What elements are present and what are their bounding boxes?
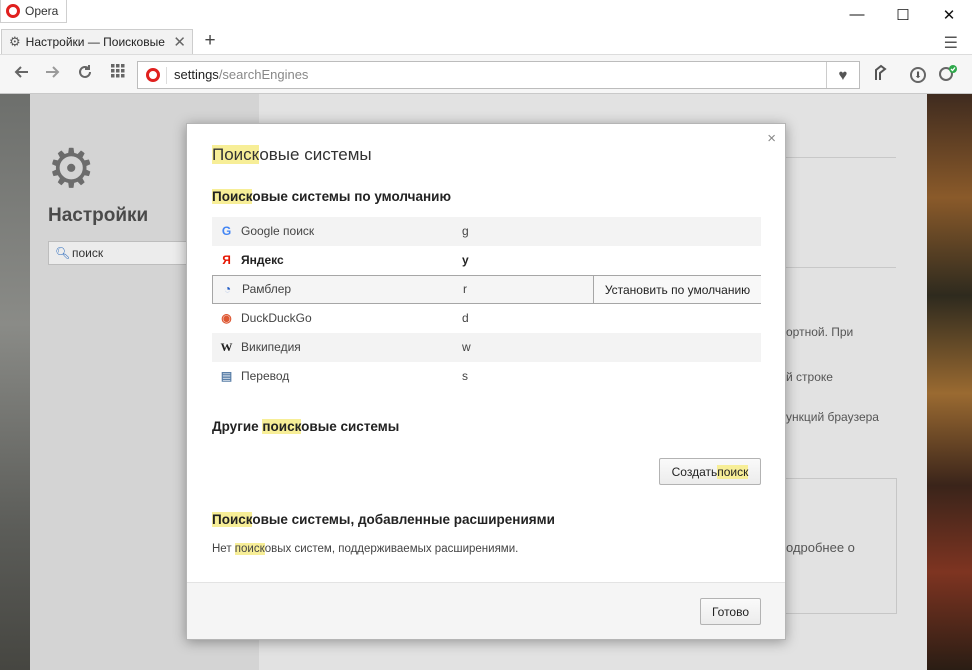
gear-icon: ⚙ [9, 34, 21, 49]
create-search-button[interactable]: Создать поиск [659, 458, 761, 485]
divider [786, 157, 896, 158]
tab-title: Настройки — Поисковые системы [25, 35, 166, 49]
search-icon: 🔍︎ [55, 246, 71, 260]
settings-search-value: поиск [72, 246, 104, 260]
engine-keyword: y [462, 253, 469, 267]
other-engines-heading: Другие поисковые системы [212, 419, 399, 434]
heading-highlight: Поиск [212, 512, 253, 527]
settings-gear-icon: ⚙ [47, 139, 96, 199]
engine-name: Рамблер [242, 282, 292, 296]
settings-title: Настройки [48, 205, 149, 226]
bookmark-heart-icon[interactable]: ♥ [826, 62, 859, 88]
heading-rest: овые системы, добавленные расширениями [252, 512, 555, 527]
title-rest: овые системы [259, 145, 372, 164]
reload-icon[interactable] [75, 64, 95, 84]
engine-row-translate[interactable]: ▤ Перевод s [212, 362, 761, 391]
engine-keyword: w [462, 340, 471, 354]
close-window-button[interactable]: ✕ [926, 0, 972, 29]
extension-engines-heading: Поисковые системы, добавленные расширени… [212, 512, 555, 527]
engine-name: DuckDuckGo [241, 311, 312, 325]
tab-menu-icon[interactable]: ☰ [944, 33, 958, 53]
app-name: Opera [25, 4, 59, 18]
opera-menu-button[interactable]: Opera [0, 0, 68, 23]
opera-logo-icon [6, 4, 20, 18]
dialog-title: Поисковые системы [212, 145, 372, 165]
wallpaper-left [0, 94, 30, 670]
engine-name: Google поиск [241, 224, 315, 238]
engine-name: Перевод [241, 369, 290, 383]
done-button[interactable]: Готово [700, 598, 761, 625]
extension-icon[interactable] [869, 64, 891, 86]
address-toolbar: settings/searchEngines ♥ ⬇ [0, 54, 972, 94]
title-bar: Opera — ☐ ✕ [0, 0, 972, 30]
rambler-icon: ◔ [223, 282, 232, 296]
yandex-icon: Я [222, 253, 231, 267]
heading-highlight: поиск [262, 419, 302, 434]
tab-settings[interactable]: ⚙ Настройки — Поисковые системы ✕ [1, 29, 193, 54]
default-engines-heading: Поисковые системы по умолчанию [212, 189, 451, 204]
address-separator [166, 67, 167, 84]
url-path: /searchEngines [218, 67, 309, 82]
set-default-button[interactable]: Установить по умолчанию [593, 276, 761, 303]
url-host: settings [174, 67, 219, 82]
duckduckgo-icon: ◉ [221, 311, 232, 325]
translate-icon: ▤ [220, 369, 233, 383]
tab-bar: ⚙ Настройки — Поисковые системы ✕ + ☰ [0, 29, 972, 54]
dialog-footer: Готово [187, 582, 785, 639]
wikipedia-icon: W [220, 340, 233, 354]
wallpaper-right [927, 94, 972, 670]
note-highlight: поиск [234, 543, 265, 555]
engine-row-duckduckgo[interactable]: ◉ DuckDuckGo d [212, 304, 761, 333]
note-pre: Нет [212, 543, 235, 555]
engine-row-yandex[interactable]: Я Яндекс y [212, 246, 761, 275]
engine-name: Яндекс [241, 253, 284, 267]
bg-settings-text: ункций браузера [786, 410, 879, 424]
search-sync-icon[interactable] [937, 64, 959, 86]
bg-settings-text: й строке [786, 370, 833, 384]
no-extension-engines-note: Нет поисковых систем, поддерживаемых рас… [212, 543, 518, 555]
address-bar[interactable]: settings/searchEngines ♥ [137, 61, 860, 89]
heading-rest: овые системы по умолчанию [252, 189, 451, 204]
back-arrow-icon[interactable] [12, 64, 32, 84]
engine-name: Википедия [241, 340, 301, 354]
minimize-button[interactable]: — [834, 0, 880, 29]
tab-close-icon[interactable]: ✕ [173, 33, 186, 51]
title-highlight: Поиск [212, 145, 260, 164]
note-rest: овых систем, поддерживаемых расширениями… [264, 543, 519, 555]
speed-dial-grid-icon[interactable] [108, 64, 128, 84]
search-engines-dialog: × Поисковые системы Поисковые системы по… [186, 123, 786, 640]
heading-highlight: Поиск [212, 189, 253, 204]
engine-row-rambler[interactable]: ◔ Рамблер r Установить по умолчанию [212, 275, 761, 304]
engine-keyword: r [463, 282, 467, 296]
engine-keyword: g [462, 224, 469, 238]
engine-row-google[interactable]: G Google поиск g [212, 217, 761, 246]
engine-row-wikipedia[interactable]: W Википедия w [212, 333, 761, 362]
default-engines-list: G Google поиск g Я Яндекс y ◔ Рамблер r … [212, 217, 761, 391]
button-pre: Создать [671, 464, 718, 479]
forward-arrow-icon[interactable] [42, 64, 62, 84]
heading-pre: Другие [212, 419, 263, 434]
button-highlight: поиск [717, 464, 749, 479]
url-text[interactable]: settings/searchEngines [174, 67, 308, 82]
dialog-close-icon[interactable]: × [767, 130, 776, 147]
engine-keyword: s [462, 369, 468, 383]
opera-page-icon [146, 68, 160, 82]
maximize-button[interactable]: ☐ [880, 0, 926, 29]
heading-rest: овые системы [301, 419, 400, 434]
divider [786, 267, 896, 268]
new-tab-button[interactable]: + [200, 30, 220, 52]
download-icon[interactable]: ⬇ [907, 64, 929, 86]
bg-settings-text: одробнее о [786, 540, 855, 555]
engine-keyword: d [462, 311, 469, 325]
bg-settings-text: ортной. При [786, 325, 854, 339]
google-icon: G [221, 224, 232, 238]
